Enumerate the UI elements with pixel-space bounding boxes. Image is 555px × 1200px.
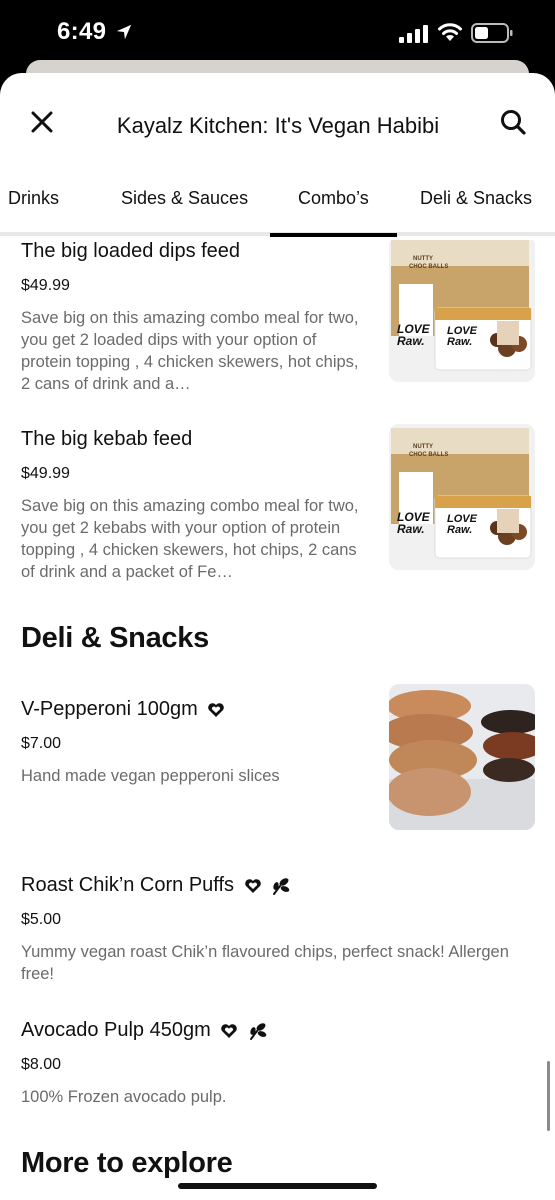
image-product-text: CHOC BALLS: [409, 452, 449, 458]
menu-content: The big loaded dips feed $49.99 Save big…: [0, 240, 555, 1200]
category-tabs: Drinks Sides & Sauces Combo’s Deli & Sna…: [0, 168, 555, 237]
status-bar: 6:49: [0, 0, 555, 62]
leaf-icon: [273, 877, 290, 895]
chocolate-balls-box-image: [389, 240, 535, 382]
item-price: $7.00: [21, 735, 62, 752]
item-image: [389, 684, 535, 830]
menu-item[interactable]: The big kebab feed $49.99 Save big on th…: [0, 424, 555, 581]
cellular-signal-icon: [399, 25, 428, 43]
item-description: 100% Frozen avocado pulp.: [21, 1088, 227, 1106]
tab-combos[interactable]: Combo’s: [270, 188, 397, 237]
menu-item[interactable]: The big loaded dips feed $49.99 Save big…: [0, 240, 555, 393]
image-product-text: CHOC BALLS: [409, 264, 449, 270]
image-brand-text: LOVE Raw.: [447, 325, 477, 348]
item-name: Avocado Pulp 450gm: [21, 1019, 268, 1042]
menu-item[interactable]: Avocado Pulp 450gm $8.00 100% Frozen avo…: [0, 1019, 555, 1119]
image-brand-text: LOVE Raw.: [397, 510, 430, 536]
header: Kayalz Kitchen: It's Vegan Habibi: [0, 73, 555, 168]
image-product-text: NUTTY: [413, 444, 433, 450]
location-arrow-icon: [116, 24, 132, 40]
item-name-text: V-Pepperoni 100gm: [21, 698, 198, 720]
item-name: The big kebab feed: [21, 428, 193, 450]
tab-deli-and-snacks[interactable]: Deli & Snacks: [420, 188, 532, 209]
item-description: Save big on this amazing combo meal for …: [21, 309, 359, 393]
tab-drinks[interactable]: Drinks: [8, 188, 59, 209]
item-name: V-Pepperoni 100gm: [21, 698, 225, 721]
scrollbar[interactable]: [547, 1061, 550, 1131]
page-title: Kayalz Kitchen: It's Vegan Habibi: [116, 113, 440, 138]
status-time: 6:49: [57, 18, 107, 45]
item-name-text: Roast Chik’n Corn Puffs: [21, 874, 235, 896]
item-price: $49.99: [21, 465, 70, 482]
item-price: $8.00: [21, 1056, 62, 1073]
wifi-icon: [438, 23, 462, 41]
item-description: Save big on this amazing combo meal for …: [21, 497, 359, 581]
heart-icon: [221, 1023, 238, 1038]
image-product-text: NUTTY: [413, 256, 433, 262]
leaf-icon: [249, 1022, 267, 1040]
item-description: Hand made vegan pepperoni slices: [21, 767, 280, 785]
image-brand-text: LOVE Raw.: [447, 513, 477, 536]
item-price: $5.00: [21, 911, 62, 928]
item-image: LOVE Raw. LOVE Raw. NUTTY CHOC BALLS: [389, 424, 535, 570]
chocolate-balls-box-image: [389, 424, 535, 570]
section-title-more-to-explore: More to explore: [21, 1147, 233, 1179]
section-title-deli-and-snacks: Deli & Snacks: [21, 622, 209, 654]
home-indicator[interactable]: [178, 1183, 377, 1189]
item-description: Yummy vegan roast Chik’n flavoured chips…: [21, 943, 509, 983]
item-price: $49.99: [21, 277, 70, 294]
heart-icon: [208, 702, 225, 717]
search-icon[interactable]: [498, 107, 528, 137]
menu-item[interactable]: V-Pepperoni 100gm $7.00 Hand made vegan …: [0, 684, 555, 848]
item-name: The big loaded dips feed: [21, 240, 241, 262]
menu-sheet: Kayalz Kitchen: It's Vegan Habibi Drinks…: [0, 73, 555, 1200]
item-image: LOVE Raw. LOVE Raw. NUTTY CHOC BALLS: [389, 240, 535, 382]
image-brand-text: LOVE Raw.: [397, 322, 430, 348]
heart-icon: [244, 878, 261, 893]
item-name: Roast Chik’n Corn Puffs: [21, 874, 291, 897]
tab-sides-and-sauces[interactable]: Sides & Sauces: [121, 188, 248, 209]
item-name-text: Avocado Pulp 450gm: [21, 1019, 211, 1041]
battery-icon: [471, 23, 513, 43]
menu-item[interactable]: Roast Chik’n Corn Puffs $5.00 Yummy vega…: [0, 874, 555, 994]
pepperoni-slices-image: [389, 684, 535, 830]
